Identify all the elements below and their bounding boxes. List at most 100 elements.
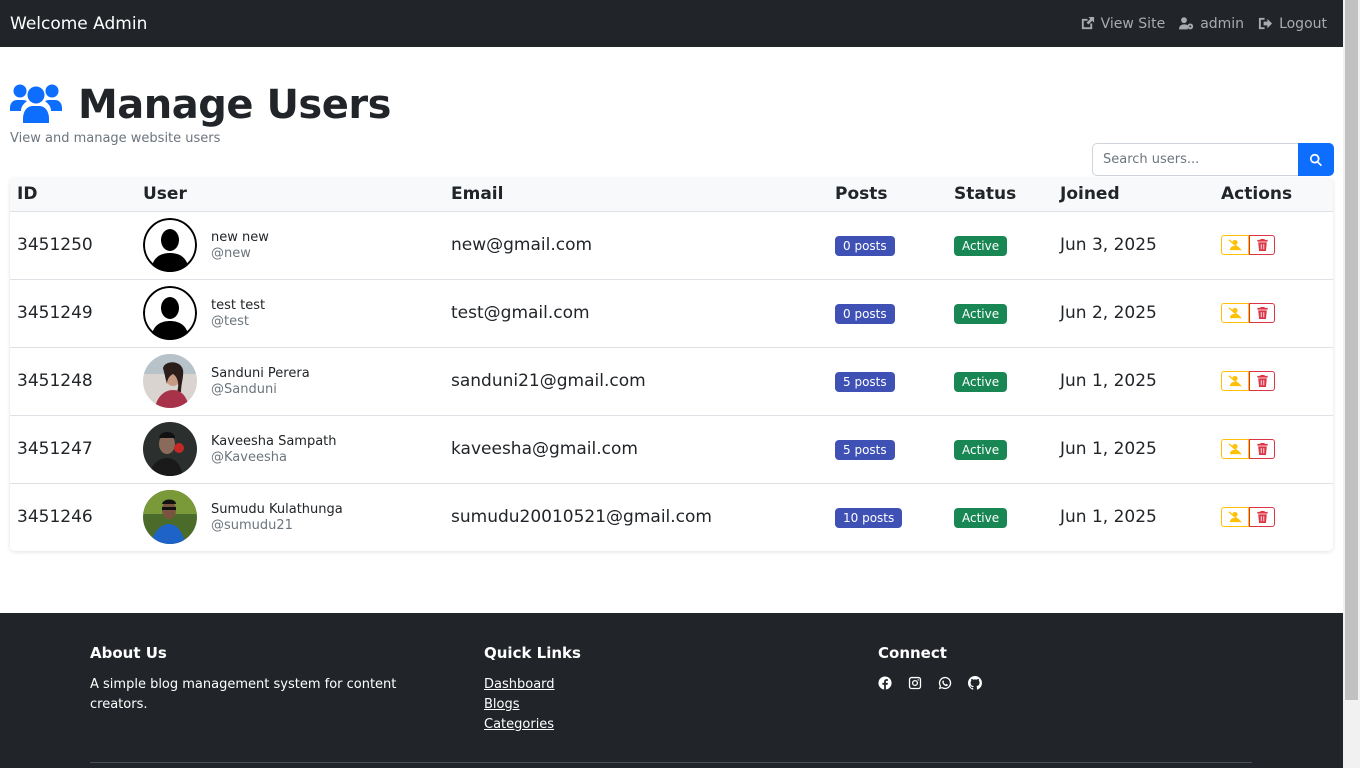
table-row: 3451246 Sumudu Kulathunga @sumudu21 sumu… xyxy=(10,483,1333,551)
table-row: 3451250 new new @new new@gmail.com 0 pos… xyxy=(10,211,1333,279)
joined-date: Jun 3, 2025 xyxy=(1060,235,1157,255)
user-cell: Kaveesha Sampath @Kaveesha xyxy=(136,415,444,483)
page: Welcome Admin View Site admin Logout Man… xyxy=(0,0,1343,768)
title-block: Manage Users View and manage website use… xyxy=(10,81,391,146)
deactivate-user-button[interactable] xyxy=(1221,303,1249,323)
instagram-icon[interactable] xyxy=(908,675,922,694)
posts-cell: 0 posts xyxy=(828,279,947,347)
search-button[interactable] xyxy=(1298,143,1334,176)
logout-label: Logout xyxy=(1279,15,1327,32)
trash-icon xyxy=(1256,511,1268,524)
site-footer: About Us A simple blog management system… xyxy=(0,613,1343,768)
deactivate-user-button[interactable] xyxy=(1221,507,1249,528)
actions-cell xyxy=(1214,483,1333,551)
user-name: new new xyxy=(211,229,269,245)
table-header-row: ID User Email Posts Status Joined Action… xyxy=(10,178,1333,212)
posts-badge: 5 posts xyxy=(835,371,895,392)
page-header: Manage Users View and manage website use… xyxy=(0,47,1343,177)
top-navbar: Welcome Admin View Site admin Logout xyxy=(0,0,1343,47)
delete-user-button[interactable] xyxy=(1249,507,1275,528)
status-cell: Active xyxy=(947,211,1053,279)
user-name: Sumudu Kulathunga xyxy=(211,501,343,517)
user-email: sumudu20010521@gmail.com xyxy=(451,507,712,528)
column-header-id[interactable]: ID xyxy=(10,178,136,212)
user-name: Sanduni Perera xyxy=(211,365,310,381)
user-name: Kaveesha Sampath xyxy=(211,433,337,449)
column-header-posts[interactable]: Posts xyxy=(828,178,947,212)
user-email: kaveesha@gmail.com xyxy=(451,439,638,459)
column-header-status[interactable]: Status xyxy=(947,178,1053,212)
status-badge: Active xyxy=(954,303,1008,324)
search-input[interactable] xyxy=(1092,143,1298,176)
github-icon[interactable] xyxy=(968,675,982,694)
title-row: Manage Users xyxy=(10,81,391,129)
user-handle: @new xyxy=(211,245,251,261)
search-group xyxy=(1092,143,1334,176)
social-links xyxy=(878,675,982,694)
column-header-actions: Actions xyxy=(1214,178,1333,212)
column-header-email[interactable]: Email xyxy=(444,178,828,212)
joined-date: Jun 2, 2025 xyxy=(1060,303,1157,323)
external-link-icon xyxy=(1081,16,1094,30)
admin-user-link[interactable]: admin xyxy=(1179,16,1244,32)
navbar-brand[interactable]: Welcome Admin xyxy=(10,14,147,34)
posts-badge: 10 posts xyxy=(835,507,903,528)
user-id: 3451250 xyxy=(17,235,93,255)
delete-user-button[interactable] xyxy=(1249,439,1275,459)
user-slash-icon xyxy=(1228,511,1242,523)
status-cell: Active xyxy=(947,415,1053,483)
deactivate-user-button[interactable] xyxy=(1221,439,1249,459)
delete-user-button[interactable] xyxy=(1249,371,1275,391)
facebook-icon[interactable] xyxy=(878,675,892,694)
logout-link[interactable]: Logout xyxy=(1258,16,1327,32)
table-row: 3451247 Kaveesha Sampath @Kaveesha kavee… xyxy=(10,415,1333,483)
posts-cell: 5 posts xyxy=(828,415,947,483)
footer-link-dashboard[interactable]: Dashboard xyxy=(484,675,581,695)
status-badge: Active xyxy=(954,507,1008,528)
user-gear-icon xyxy=(1179,17,1194,30)
posts-cell: 5 posts xyxy=(828,347,947,415)
footer-quick-links: Quick Links Dashboard Blogs Categories xyxy=(484,644,581,735)
joined-date: Jun 1, 2025 xyxy=(1060,507,1157,528)
scrollbar-thumb[interactable] xyxy=(1345,0,1358,700)
user-email: new@gmail.com xyxy=(451,235,593,255)
delete-user-button[interactable] xyxy=(1249,303,1275,323)
user-email: sanduni21@gmail.com xyxy=(451,371,646,391)
avatar xyxy=(143,422,197,476)
column-header-user[interactable]: User xyxy=(136,178,444,212)
trash-icon xyxy=(1256,443,1268,455)
admin-label: admin xyxy=(1200,15,1245,32)
users-table: ID User Email Posts Status Joined Action… xyxy=(10,178,1333,551)
footer-link-blogs[interactable]: Blogs xyxy=(484,695,581,715)
posts-cell: 0 posts xyxy=(828,211,947,279)
trash-icon xyxy=(1256,375,1268,387)
actions-cell xyxy=(1214,347,1333,415)
footer-connect: Connect xyxy=(878,644,982,694)
page-scrollbar[interactable] xyxy=(1343,0,1360,768)
status-badge: Active xyxy=(954,371,1008,392)
user-handle: @sumudu21 xyxy=(211,517,293,533)
footer-link-categories[interactable]: Categories xyxy=(484,715,581,735)
avatar xyxy=(143,354,197,408)
user-slash-icon xyxy=(1228,307,1242,319)
column-header-joined[interactable]: Joined xyxy=(1053,178,1214,212)
footer-about-text: A simple blog management system for cont… xyxy=(90,677,397,712)
status-badge: Active xyxy=(954,235,1008,256)
user-handle: @Kaveesha xyxy=(211,449,287,465)
posts-badge: 5 posts xyxy=(835,439,895,460)
deactivate-user-button[interactable] xyxy=(1221,371,1249,391)
trash-icon xyxy=(1256,239,1268,251)
search-icon xyxy=(1310,153,1323,166)
whatsapp-icon[interactable] xyxy=(938,675,952,694)
navbar-links: View Site admin Logout xyxy=(1080,16,1333,32)
avatar xyxy=(143,218,197,272)
posts-badge: 0 posts xyxy=(835,235,895,256)
view-site-link[interactable]: View Site xyxy=(1080,16,1165,32)
user-id: 3451248 xyxy=(17,371,93,391)
delete-user-button[interactable] xyxy=(1249,235,1275,255)
user-name: test test xyxy=(211,297,266,313)
footer-connect-title: Connect xyxy=(878,644,947,662)
user-id: 3451246 xyxy=(17,507,93,528)
users-icon xyxy=(10,81,62,129)
deactivate-user-button[interactable] xyxy=(1221,235,1249,255)
